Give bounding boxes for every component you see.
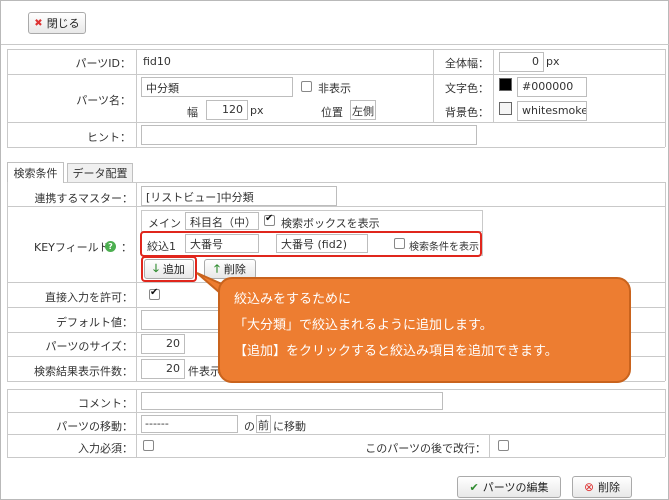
total-width-input[interactable]: 0 — [499, 52, 544, 72]
position-select[interactable]: 左側 — [350, 100, 376, 120]
close-button-label: 閉じる — [46, 17, 80, 30]
size-label: パーツのサイズ： — [45, 340, 133, 353]
grid-line — [7, 122, 665, 123]
bg-color-swatch[interactable] — [499, 102, 512, 115]
callout-line-3: 【追加】をクリックすると絞込み項目を追加できます。 — [234, 344, 558, 359]
help-icon[interactable]: ? — [105, 241, 116, 252]
grid-line — [7, 457, 665, 458]
text-color-input[interactable]: #000000 — [517, 77, 587, 97]
grid-line — [7, 206, 665, 207]
grid-line — [665, 389, 666, 457]
parts-id-value: fid10 — [143, 55, 171, 68]
subgrid-line — [482, 210, 483, 255]
grid-line — [136, 389, 137, 457]
comment-label: コメント： — [78, 397, 133, 410]
tab-data-placement[interactable]: データ配置 — [67, 163, 133, 182]
toolbar-divider — [1, 44, 669, 45]
delete-icon: ⊗ — [583, 480, 595, 494]
grid-line — [7, 389, 8, 457]
hint-input[interactable] — [141, 125, 477, 145]
move-select[interactable]: ------ — [141, 415, 238, 433]
width-label: 幅 — [187, 106, 198, 119]
dialog-frame: ✖ 閉じる パーツID： fid10 全体幅： 0 px パーツ名： 中分類 非… — [0, 0, 669, 500]
direct-input-checkbox[interactable] — [149, 287, 160, 300]
grid-line — [136, 182, 137, 381]
main-field-select[interactable]: 科目名（中） — [185, 212, 259, 230]
size-input[interactable]: 20 — [141, 334, 185, 354]
callout-bubble: 絞込みをするために 「大分類」で絞込まれるように追加します。 【追加】をクリック… — [218, 277, 631, 383]
delete-parts-button[interactable]: ⊗ 削除 — [572, 476, 632, 498]
hide-checkbox[interactable] — [301, 81, 312, 92]
master-input[interactable]: [リストビュー]中分類 — [141, 186, 337, 206]
grid-line — [7, 49, 665, 50]
direct-input-label: 直接入力を許可： — [45, 291, 133, 304]
tab-baseline — [64, 182, 665, 183]
delete-parts-button-label: 削除 — [598, 481, 621, 494]
grid-line — [7, 147, 665, 148]
bg-color-input[interactable]: whitesmoke — [517, 101, 587, 121]
move-before-select[interactable]: 前 — [256, 415, 271, 433]
subgrid-line — [141, 210, 483, 211]
grid-line — [7, 412, 665, 413]
move-suffix: に移動 — [273, 420, 306, 433]
close-button[interactable]: ✖ 閉じる — [28, 12, 86, 34]
filter-row-highlight — [140, 231, 482, 257]
show-search-box-checkbox[interactable] — [264, 213, 275, 226]
text-color-swatch[interactable] — [499, 78, 512, 91]
grid-line — [493, 49, 494, 122]
grid-line — [433, 49, 434, 122]
grid-line — [136, 49, 137, 147]
newline-checkbox[interactable] — [498, 440, 509, 451]
key-field-label: KEYフィールド — [34, 241, 110, 254]
grid-line — [665, 182, 666, 381]
close-icon: ✖ — [34, 17, 43, 29]
width-unit: px — [250, 104, 264, 117]
move-of: の — [244, 420, 255, 433]
required-checkbox[interactable] — [143, 440, 154, 451]
bg-color-label: 背景色： — [445, 106, 489, 119]
default-input[interactable] — [141, 310, 221, 330]
results-label: 検索結果表示件数： — [34, 365, 133, 378]
grid-line — [7, 49, 8, 147]
required-label: 入力必須： — [78, 442, 133, 455]
grid-line — [665, 49, 666, 147]
edit-parts-button-label: パーツの編集 — [482, 481, 549, 494]
grid-line — [7, 74, 665, 75]
master-label: 連携するマスター： — [34, 192, 133, 205]
grid-line — [7, 389, 665, 390]
total-width-unit: px — [546, 55, 560, 68]
grid-line — [7, 182, 8, 381]
grid-line — [7, 434, 665, 435]
results-unit: 件表示 — [188, 365, 221, 378]
move-label: パーツの移動： — [56, 420, 133, 433]
check-icon: ✔ — [469, 480, 479, 494]
total-width-label: 全体幅： — [445, 57, 489, 70]
parts-id-label: パーツID： — [75, 57, 132, 70]
comment-input[interactable] — [141, 392, 443, 410]
key-field-colon: ： — [121, 241, 132, 254]
tab-search-condition[interactable]: 検索条件 — [7, 162, 64, 183]
width-input[interactable]: 120 — [206, 100, 248, 120]
hide-label: 非表示 — [318, 82, 351, 95]
edit-parts-button[interactable]: ✔ パーツの編集 — [457, 476, 561, 498]
hint-label: ヒント： — [87, 131, 131, 144]
callout-line-1: 絞込みをするために — [234, 292, 352, 307]
callout-line-2: 「大分類」で絞込まれるように追加します。 — [234, 318, 493, 333]
results-input[interactable]: 20 — [141, 359, 185, 379]
newline-label: このパーツの後で改行： — [365, 442, 486, 455]
parts-name-input[interactable]: 中分類 — [141, 77, 293, 97]
main-label: メイン — [148, 217, 181, 230]
grid-line — [489, 434, 490, 457]
show-search-box-label: 検索ボックスを表示 — [281, 217, 380, 230]
default-label: デフォルト値： — [56, 316, 133, 329]
text-color-label: 文字色： — [445, 82, 489, 95]
parts-name-label: パーツ名： — [76, 94, 131, 107]
position-label: 位置 — [321, 106, 343, 119]
